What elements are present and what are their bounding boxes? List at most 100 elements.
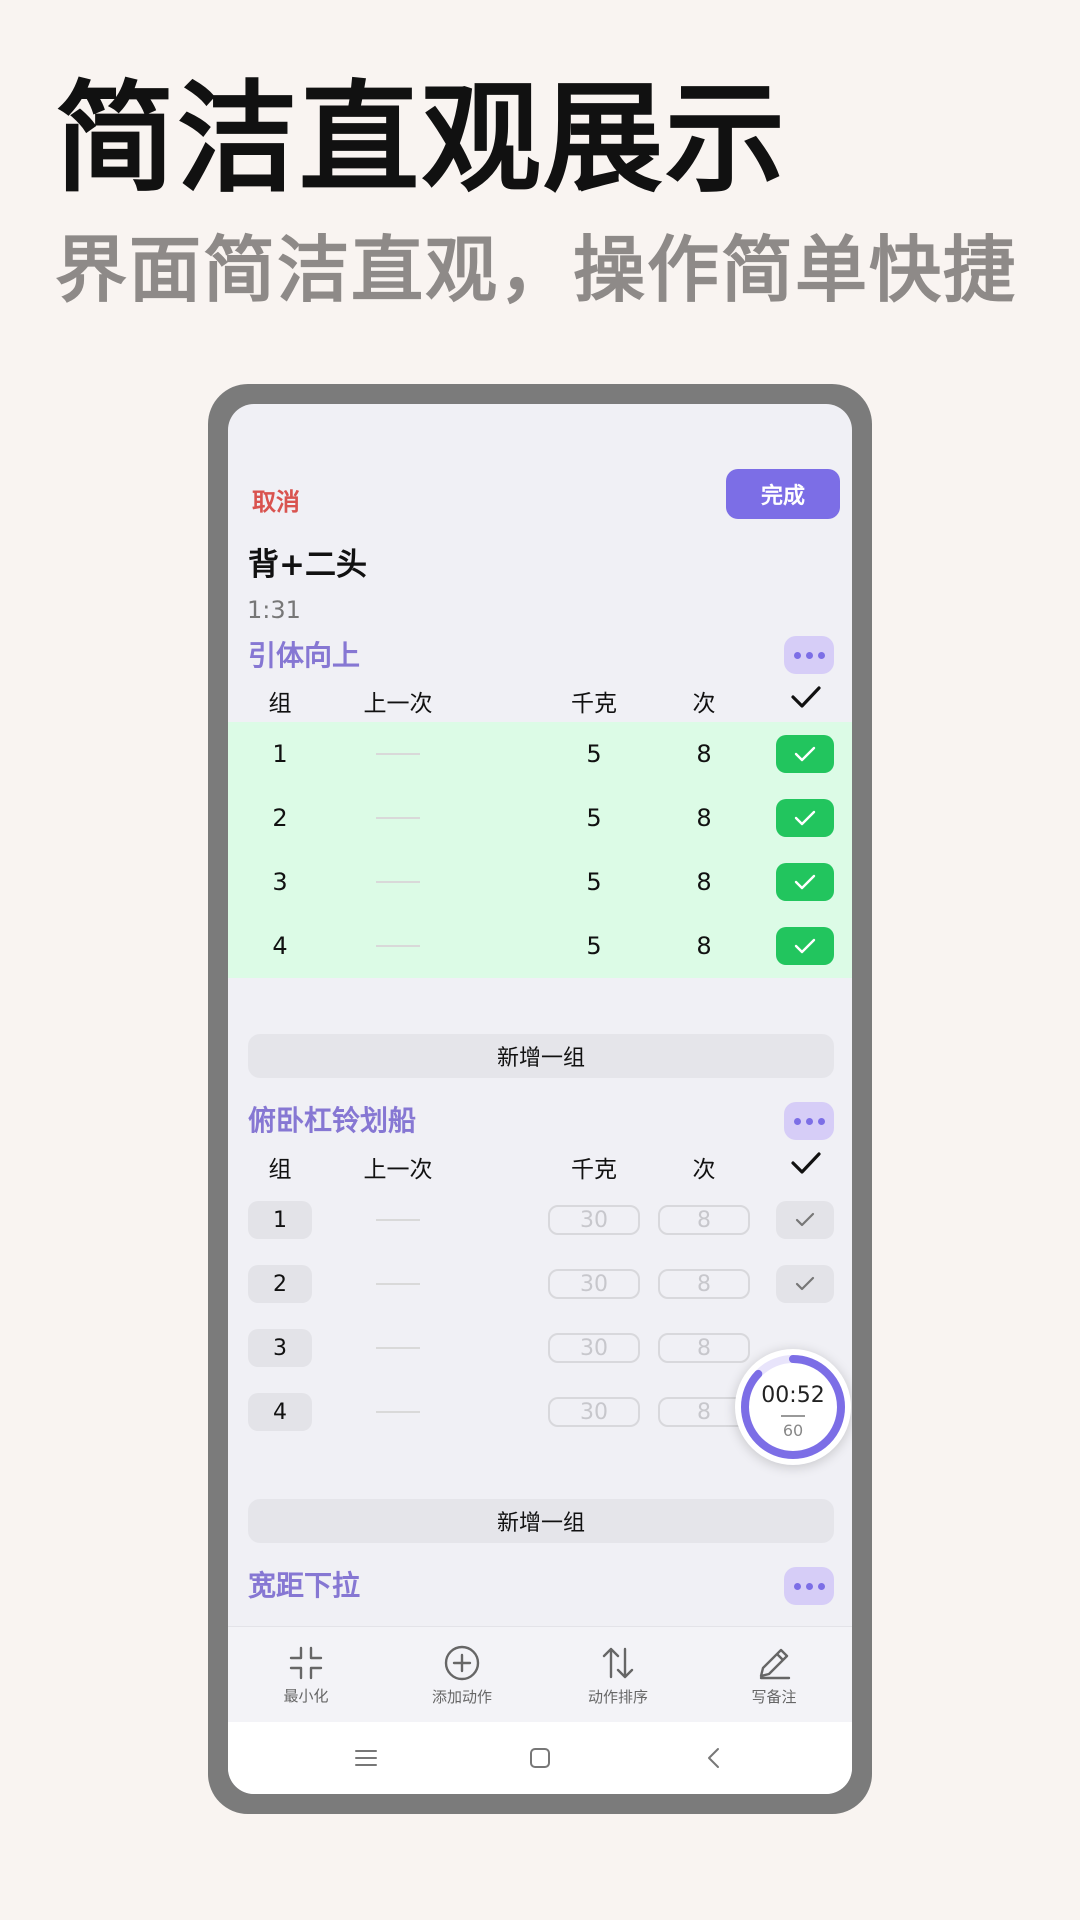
done-button[interactable]: 完成 [726,469,840,519]
check-header-icon [790,1150,822,1180]
add-exercise-label: 添加动作 [431,1687,492,1706]
system-nav-bar [228,1722,852,1794]
kg-value[interactable]: 5 [548,786,640,850]
column-set: 组 [268,691,292,717]
reorder-button[interactable]: 动作排序 [540,1627,696,1723]
more-dot-icon [817,1117,825,1125]
column-kg: 千克 [571,691,617,717]
minimize-button[interactable]: 最小化 [228,1627,384,1723]
more-dot-icon [817,651,825,659]
add-circle-icon [444,1645,480,1680]
reps-value[interactable]: 8 [658,850,750,914]
rest-timer[interactable]: 00:52 60 [735,1349,851,1465]
set-row: 2 5 8 [228,786,852,850]
reps-value[interactable]: 8 [658,722,750,786]
kg-input[interactable]: 30 [548,1397,640,1427]
reps-value[interactable]: 8 [658,914,750,978]
hero-subtitle: 界面简洁直观，操作简单快捷 [55,228,1018,312]
set-row: 2 30 8 [228,1252,852,1316]
recents-button[interactable] [350,1742,382,1774]
set-number[interactable]: 2 [248,1265,312,1303]
set-number: 4 [272,932,288,960]
reps-input[interactable]: 8 [658,1269,750,1299]
timer-divider [781,1415,805,1417]
kg-value[interactable]: 5 [548,850,640,914]
column-header-row: 组 上一次 千克 次 [228,672,852,722]
previous-value [338,1252,458,1316]
set-done-checkbox[interactable] [776,1201,834,1239]
app-screen: 取消 完成 背+二头 1:31 引体向上 组 上一次 千克 次 1 5 8 2 [228,404,852,1794]
set-number[interactable]: 4 [248,1393,312,1431]
phone-frame: 取消 完成 背+二头 1:31 引体向上 组 上一次 千克 次 1 5 8 2 [208,384,872,1814]
home-square-icon [530,1748,550,1768]
back-chevron-icon [708,1748,719,1768]
elapsed-time: 1:31 [247,596,301,624]
column-previous: 上一次 [363,1157,433,1183]
column-previous: 上一次 [363,691,433,717]
set-done-checkbox[interactable] [776,1265,834,1303]
hero-title: 简洁直观展示 [55,70,787,209]
set-row: 1 30 8 [228,1188,852,1252]
reorder-label: 动作排序 [587,1687,648,1706]
timer-total: 60 [782,1421,804,1440]
minimize-label: 最小化 [283,1686,329,1705]
exercise-title[interactable]: 宽距下拉 [248,1564,360,1604]
more-dot-icon [805,1117,813,1125]
previous-value [338,1380,458,1444]
column-reps: 次 [692,691,716,717]
previous-value [338,786,458,850]
column-reps: 次 [692,1157,716,1183]
bottom-toolbar: 最小化 添加动作 动作排序 写备注 [228,1626,852,1723]
exercise-title[interactable]: 俯卧杠铃划船 [248,1099,416,1139]
check-icon [795,1212,815,1227]
more-dot-icon [805,1582,813,1590]
note-label: 写备注 [751,1687,797,1706]
check-icon [794,810,816,826]
check-icon [794,874,816,890]
more-dot-icon [793,651,801,659]
exercise-title[interactable]: 引体向上 [248,634,360,674]
reps-input[interactable]: 8 [658,1205,750,1235]
more-dot-icon [793,1582,801,1590]
set-number[interactable]: 3 [248,1329,312,1367]
check-icon [794,746,816,762]
kg-value[interactable]: 5 [548,722,640,786]
set-done-checkbox[interactable] [776,927,834,965]
exercise-more-button[interactable] [784,1567,834,1605]
add-exercise-button[interactable]: 添加动作 [384,1627,540,1723]
back-button[interactable] [698,1742,730,1774]
kg-input[interactable]: 30 [548,1333,640,1363]
add-set-button[interactable]: 新增一组 [248,1034,834,1078]
previous-value [338,1316,458,1380]
set-number[interactable]: 1 [248,1201,312,1239]
kg-value[interactable]: 5 [548,914,640,978]
note-button[interactable]: 写备注 [696,1627,852,1723]
home-button[interactable] [524,1742,556,1774]
exercise-more-button[interactable] [784,1102,834,1140]
kg-input[interactable]: 30 [548,1205,640,1235]
previous-value [338,1188,458,1252]
set-row: 1 5 8 [228,722,852,786]
routine-name: 背+二头 [248,547,367,583]
cancel-button[interactable]: 取消 [252,482,300,517]
set-done-checkbox[interactable] [776,863,834,901]
column-header-row: 组 上一次 千克 次 [228,1138,852,1188]
check-icon [795,1276,815,1291]
more-dot-icon [805,651,813,659]
check-icon [794,938,816,954]
set-row: 3 5 8 [228,850,852,914]
set-done-checkbox[interactable] [776,799,834,837]
kg-input[interactable]: 30 [548,1269,640,1299]
reps-value[interactable]: 8 [658,786,750,850]
exercise-more-button[interactable] [784,636,834,674]
add-set-button[interactable]: 新增一组 [248,1499,834,1543]
set-row: 4 5 8 [228,914,852,978]
more-dot-icon [793,1117,801,1125]
menu-icon [355,1750,377,1766]
check-header-icon [790,684,822,714]
previous-value [338,722,458,786]
previous-value [338,850,458,914]
set-done-checkbox[interactable] [776,735,834,773]
sort-arrows-icon [602,1647,634,1678]
column-set: 组 [268,1157,292,1183]
